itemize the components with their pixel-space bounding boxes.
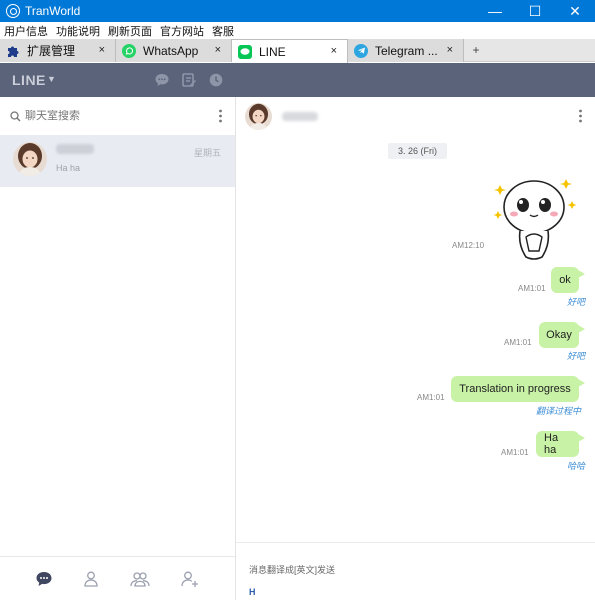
chat-list-item[interactable]: 星期五 Ha ha xyxy=(0,135,235,187)
message-time: AM1:01 xyxy=(504,338,532,347)
conversation-header xyxy=(236,97,595,137)
chats-icon[interactable] xyxy=(35,570,53,588)
translation-text: 哈哈 xyxy=(567,461,586,471)
tab-close-button[interactable]: × xyxy=(331,45,337,57)
tab-line[interactable]: LINE × xyxy=(232,39,348,63)
app-logo-icon xyxy=(6,4,20,18)
puzzle-icon xyxy=(6,44,20,58)
message-time: AM1:01 xyxy=(501,448,529,457)
line-logo[interactable]: LINE xyxy=(12,72,46,88)
tab-telegram[interactable]: Telegram ... × xyxy=(348,39,464,62)
translation-text: 翻译过程中 xyxy=(536,406,582,416)
tab-extensions[interactable]: 扩展管理 × xyxy=(0,39,116,62)
chat-search[interactable] xyxy=(10,109,210,123)
tab-label: LINE xyxy=(259,44,286,59)
translation-text: 好吧 xyxy=(567,297,586,307)
tab-label: 扩展管理 xyxy=(27,44,76,58)
translation-text: 好吧 xyxy=(567,351,586,361)
tab-bar: 扩展管理 × WhatsApp × LINE × Telegram ... × … xyxy=(0,39,595,63)
search-icon xyxy=(10,110,21,121)
translation-mode-hint: 消息翻译成[英文]发送 xyxy=(249,565,336,575)
search-input[interactable] xyxy=(25,110,195,122)
message-composer[interactable]: 消息翻译成[英文]发送 H xyxy=(236,542,595,600)
history-icon[interactable] xyxy=(208,72,224,88)
tab-close-button[interactable]: × xyxy=(215,44,221,56)
message-bubble[interactable]: Okay xyxy=(539,322,585,348)
bottom-nav xyxy=(0,556,235,600)
line-header: LINE ▼ xyxy=(0,63,595,97)
groups-icon[interactable] xyxy=(129,570,151,588)
chevron-down-icon[interactable]: ▼ xyxy=(47,74,56,84)
conversation-panel: 3. 26 (Fri) AM12:10 AM1:01 ok 好吧 AM1:01 … xyxy=(236,97,595,600)
minimize-button[interactable]: — xyxy=(475,0,515,22)
tab-label: WhatsApp xyxy=(143,43,199,58)
close-window-button[interactable]: ✕ xyxy=(555,0,595,22)
avatar xyxy=(13,142,47,176)
chat-date: 星期五 xyxy=(193,148,221,158)
menu-item-support[interactable]: 客服 xyxy=(212,23,234,39)
maximize-button[interactable]: ☐ xyxy=(515,0,555,22)
message-input[interactable]: H xyxy=(249,587,256,597)
tab-close-button[interactable]: × xyxy=(447,44,453,56)
message-bubble[interactable]: Translation in progress xyxy=(451,376,585,402)
contact-name-blurred xyxy=(56,144,94,154)
whatsapp-icon xyxy=(122,43,136,58)
menu-item-refresh-page[interactable]: 刷新页面 xyxy=(108,23,152,39)
telegram-icon xyxy=(354,43,368,58)
tab-close-button[interactable]: × xyxy=(99,44,105,56)
more-vertical-icon[interactable] xyxy=(578,109,583,123)
compose-icon[interactable] xyxy=(181,72,197,88)
message-time: AM1:01 xyxy=(417,393,445,402)
window-title: TranWorld xyxy=(25,4,81,18)
menu-bar: 用户信息 功能说明 刷新页面 官方网站 客服 xyxy=(0,22,595,39)
chat-preview: Ha ha xyxy=(56,163,81,173)
message-time: AM12:10 xyxy=(452,241,485,250)
new-tab-button[interactable]: + xyxy=(468,39,484,61)
chat-bubble-icon[interactable] xyxy=(154,72,170,88)
add-friend-icon[interactable] xyxy=(180,570,200,588)
avatar[interactable] xyxy=(245,103,272,130)
menu-item-official-site[interactable]: 官方网站 xyxy=(160,23,204,39)
menu-item-feature-guide[interactable]: 功能说明 xyxy=(56,23,100,39)
contact-name-blurred xyxy=(282,112,318,121)
message-bubble[interactable]: Ha ha xyxy=(536,431,585,457)
more-vertical-icon[interactable] xyxy=(218,109,223,123)
sticker-image xyxy=(493,179,577,260)
message-time: AM1:01 xyxy=(518,284,546,293)
message-bubble[interactable]: ok xyxy=(551,267,585,293)
date-separator: 3. 26 (Fri) xyxy=(388,143,448,159)
line-icon xyxy=(238,44,252,59)
chat-list-panel: 星期五 Ha ha xyxy=(0,97,236,600)
tab-label: Telegram ... xyxy=(375,43,438,58)
window-title-bar: TranWorld — ☐ ✕ xyxy=(0,0,595,22)
menu-item-user-info[interactable]: 用户信息 xyxy=(4,23,48,39)
tab-whatsapp[interactable]: WhatsApp × xyxy=(116,39,232,62)
friends-icon[interactable] xyxy=(82,570,100,588)
